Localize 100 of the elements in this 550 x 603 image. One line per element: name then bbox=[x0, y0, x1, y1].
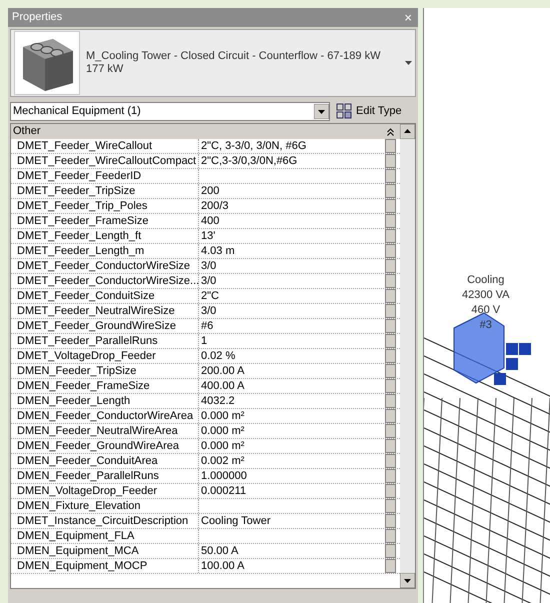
panel-title: Properties bbox=[12, 10, 62, 26]
property-value[interactable]: 200 bbox=[199, 184, 385, 198]
property-value[interactable]: 13' bbox=[199, 229, 385, 243]
type-selector[interactable]: M_Cooling Tower - Closed Circuit - Counterflow - 67-189 kW 177 kW bbox=[10, 29, 416, 97]
row-handle[interactable] bbox=[385, 319, 396, 333]
property-name: DMET_VoltageDrop_Feeder bbox=[11, 349, 199, 363]
property-name: DMEN_Feeder_FrameSize bbox=[11, 379, 199, 393]
collapse-icon bbox=[387, 128, 394, 136]
property-name: DMEN_Feeder_GroundWireArea bbox=[11, 439, 199, 453]
scroll-up-icon[interactable] bbox=[400, 124, 415, 139]
row-handle[interactable] bbox=[385, 439, 396, 453]
property-name: DMET_Feeder_Length_m bbox=[11, 244, 199, 258]
property-name: DMEN_Fixture_Elevation bbox=[11, 499, 199, 513]
property-name: DMEN_Feeder_ConduitArea bbox=[11, 454, 199, 468]
row-handle[interactable] bbox=[385, 469, 396, 483]
property-value[interactable]: 1 bbox=[199, 334, 385, 348]
property-value[interactable]: 0.000 m² bbox=[199, 424, 385, 438]
row-handle[interactable] bbox=[385, 484, 396, 498]
property-name: DMET_Feeder_FrameSize bbox=[11, 214, 199, 228]
scrollbar[interactable] bbox=[400, 124, 415, 588]
property-value[interactable]: 0.02 % bbox=[199, 349, 385, 363]
row-handle[interactable] bbox=[385, 304, 396, 318]
property-value[interactable]: 200.00 A bbox=[199, 364, 385, 378]
row-handle[interactable] bbox=[385, 514, 396, 528]
property-value[interactable]: 0.000211 bbox=[199, 484, 385, 498]
row-handle[interactable] bbox=[385, 169, 396, 183]
property-name: DMET_Feeder_ConductorWireSize... bbox=[11, 274, 199, 288]
row-handle[interactable] bbox=[385, 424, 396, 438]
row-handle[interactable] bbox=[385, 499, 396, 513]
equipment-tag: Cooling bbox=[467, 273, 504, 288]
property-name: DMEN_VoltageDrop_Feeder bbox=[11, 484, 199, 498]
property-name: DMET_Feeder_FeederID bbox=[11, 169, 199, 183]
row-handle[interactable] bbox=[385, 349, 396, 363]
property-value[interactable]: 1.000000 bbox=[199, 469, 385, 483]
property-name: DMEN_Feeder_ConductorWireArea bbox=[11, 409, 199, 423]
property-name: DMET_Instance_CircuitDescription bbox=[11, 514, 199, 528]
property-value[interactable]: 2"C,3-3/0,3/0N,#6G bbox=[199, 154, 385, 168]
row-handle[interactable] bbox=[385, 289, 396, 303]
property-name: DMET_Feeder_TripSize bbox=[11, 184, 199, 198]
row-handle[interactable] bbox=[385, 364, 396, 378]
property-value[interactable]: 0.000 m² bbox=[199, 409, 385, 423]
property-value[interactable]: 3/0 bbox=[199, 274, 385, 288]
caret-icon bbox=[405, 61, 412, 65]
property-name: DMET_Feeder_ConduitSize bbox=[11, 289, 199, 303]
property-value[interactable]: #6 bbox=[199, 319, 385, 333]
property-value[interactable]: 50.00 A bbox=[199, 544, 385, 558]
property-name: DMET_Feeder_WireCallout bbox=[11, 139, 199, 153]
property-name: DMEN_Feeder_ParallelRuns bbox=[11, 469, 199, 483]
property-value[interactable]: Cooling Tower bbox=[199, 514, 385, 528]
row-handle[interactable] bbox=[385, 379, 396, 393]
property-name: DMEN_Feeder_TripSize bbox=[11, 364, 199, 378]
property-value[interactable]: 200/3 bbox=[199, 199, 385, 213]
scroll-down-icon[interactable] bbox=[400, 573, 415, 588]
property-name: DMEN_Equipment_MOCP bbox=[11, 559, 199, 573]
row-handle[interactable] bbox=[385, 409, 396, 423]
edit-type-icon bbox=[336, 103, 352, 119]
property-value[interactable]: 400.00 A bbox=[199, 379, 385, 393]
property-name: DMET_Feeder_ParallelRuns bbox=[11, 334, 199, 348]
row-handle[interactable] bbox=[385, 154, 396, 168]
row-handle[interactable] bbox=[385, 214, 396, 228]
property-name: DMEN_Equipment_MCA bbox=[11, 544, 199, 558]
equipment-tag: 42300 VA bbox=[462, 288, 510, 303]
property-name: DMET_Feeder_WireCalloutCompact bbox=[11, 154, 199, 168]
row-handle[interactable] bbox=[385, 334, 396, 348]
property-name: DMET_Feeder_Trip_Poles bbox=[11, 199, 199, 213]
property-value[interactable]: 400 bbox=[199, 214, 385, 228]
property-value[interactable]: 4.03 m bbox=[199, 244, 385, 258]
row-handle[interactable] bbox=[385, 274, 396, 288]
row-handle[interactable] bbox=[385, 184, 396, 198]
row-handle[interactable] bbox=[385, 139, 396, 153]
property-value[interactable]: 100.00 A bbox=[199, 559, 385, 573]
row-handle[interactable] bbox=[385, 199, 396, 213]
type-size: 177 kW bbox=[86, 63, 124, 76]
category-dropdown[interactable]: Mechanical Equipment (1) bbox=[10, 102, 330, 120]
row-handle[interactable] bbox=[385, 529, 396, 543]
property-value[interactable]: 0.000 m² bbox=[199, 439, 385, 453]
property-name: DMET_Feeder_NeutralWireSize bbox=[11, 304, 199, 318]
property-value[interactable]: 3/0 bbox=[199, 259, 385, 273]
property-value[interactable]: 3/0 bbox=[199, 304, 385, 318]
equipment-tag: #3 bbox=[480, 318, 492, 333]
equipment-tag: 460 V bbox=[471, 303, 500, 318]
row-handle[interactable] bbox=[385, 559, 396, 573]
row-handle[interactable] bbox=[385, 229, 396, 243]
type-name: M_Cooling Tower - Closed Circuit - Counterflow - 67-189 kW bbox=[86, 50, 382, 63]
property-name: DMET_Feeder_ConductorWireSize bbox=[11, 259, 199, 273]
row-handle[interactable] bbox=[385, 454, 396, 468]
property-name: DMEN_Feeder_Length bbox=[11, 394, 199, 408]
property-value[interactable]: 2"C bbox=[199, 289, 385, 303]
property-value[interactable]: 4032.2 bbox=[199, 394, 385, 408]
property-name: DMET_Feeder_GroundWireSize bbox=[11, 319, 199, 333]
property-name: DMET_Feeder_Length_ft bbox=[11, 229, 199, 243]
property-name: DMEN_Equipment_FLA bbox=[11, 529, 199, 543]
edit-type-button[interactable]: Edit Type bbox=[334, 102, 404, 120]
property-name: DMEN_Feeder_NeutralWireArea bbox=[11, 424, 199, 438]
property-value[interactable]: 0.002 m² bbox=[199, 454, 385, 468]
property-value[interactable]: 2"C, 3-3/0, 3/0N, #6G bbox=[199, 139, 385, 153]
row-handle[interactable] bbox=[385, 544, 396, 558]
row-handle[interactable] bbox=[385, 394, 396, 408]
row-handle[interactable] bbox=[385, 259, 396, 273]
row-handle[interactable] bbox=[385, 244, 396, 258]
